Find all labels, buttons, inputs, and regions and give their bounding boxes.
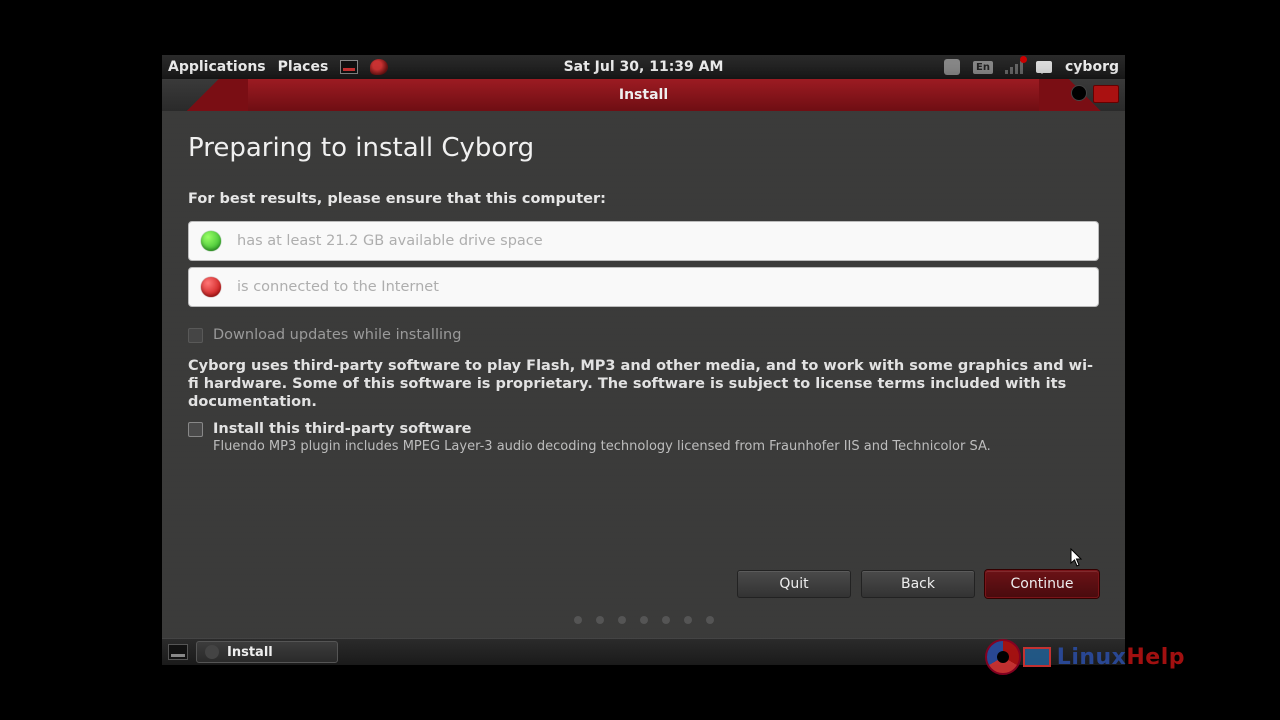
thirdparty-sublabel: Fluendo MP3 plugin includes MPEG Layer-3… xyxy=(213,439,1099,454)
continue-button[interactable]: Continue xyxy=(985,570,1099,598)
status-ok-icon xyxy=(201,231,221,251)
thirdparty-description: Cyborg uses third-party software to play… xyxy=(188,357,1099,411)
watermark-logo-icon xyxy=(985,639,1021,675)
checkbox-thirdparty[interactable]: Install this third-party software xyxy=(188,421,1099,437)
minimize-button[interactable] xyxy=(1071,85,1087,101)
close-button[interactable] xyxy=(1093,85,1119,103)
keyboard-language-indicator[interactable]: En xyxy=(973,61,993,74)
app-icon xyxy=(205,645,219,659)
titlebar[interactable]: Install xyxy=(162,79,1125,111)
installer-window: Install Preparing to install Cyborg For … xyxy=(162,79,1125,638)
checkbox-icon[interactable] xyxy=(188,422,203,437)
page-title: Preparing to install Cyborg xyxy=(188,133,1099,163)
dot-icon xyxy=(684,616,692,624)
show-desktop-icon[interactable] xyxy=(168,644,188,660)
status-fail-icon xyxy=(201,277,221,297)
check-row-internet: is connected to the Internet xyxy=(188,267,1099,307)
monitor-icon[interactable] xyxy=(340,58,358,76)
dot-icon xyxy=(640,616,648,624)
desktop: Applications Places Sat Jul 30, 11:39 AM… xyxy=(162,55,1125,665)
check-label-internet: is connected to the Internet xyxy=(237,279,439,295)
checkbox-icon xyxy=(188,328,203,343)
taskbar-item-label: Install xyxy=(227,645,273,660)
bottom-taskbar: Install xyxy=(162,638,1125,665)
installer-content: Preparing to install Cyborg For best res… xyxy=(162,111,1125,638)
dot-icon xyxy=(618,616,626,624)
watermark-thumb-icon xyxy=(1023,647,1051,667)
watermark: LinuxHelp xyxy=(985,639,1185,675)
watermark-text: LinuxHelp xyxy=(1057,645,1185,670)
messaging-icon[interactable] xyxy=(1035,58,1053,76)
subheading: For best results, please ensure that thi… xyxy=(188,191,1099,207)
check-label-drive-space: has at least 21.2 GB available drive spa… xyxy=(237,233,543,249)
check-row-drive-space: has at least 21.2 GB available drive spa… xyxy=(188,221,1099,261)
dot-icon xyxy=(706,616,714,624)
back-button[interactable]: Back xyxy=(861,570,975,598)
swirl-icon[interactable] xyxy=(370,58,388,76)
clock[interactable]: Sat Jul 30, 11:39 AM xyxy=(564,59,724,75)
checkbox-label: Install this third-party software xyxy=(213,421,471,437)
menu-places[interactable]: Places xyxy=(278,59,329,75)
button-row: Quit Back Continue xyxy=(188,550,1099,598)
checkbox-label: Download updates while installing xyxy=(213,327,461,343)
taskbar-item-install[interactable]: Install xyxy=(196,641,338,663)
page-indicator xyxy=(188,616,1099,624)
quit-button[interactable]: Quit xyxy=(737,570,851,598)
top-panel: Applications Places Sat Jul 30, 11:39 AM… xyxy=(162,55,1125,79)
network-icon[interactable] xyxy=(1005,58,1023,76)
window-title: Install xyxy=(619,87,668,103)
update-manager-icon[interactable] xyxy=(943,58,961,76)
menu-applications[interactable]: Applications xyxy=(168,59,266,75)
dot-icon xyxy=(596,616,604,624)
dot-icon xyxy=(662,616,670,624)
dot-icon xyxy=(574,616,582,624)
checkbox-download-updates: Download updates while installing xyxy=(188,327,1099,343)
user-menu[interactable]: cyborg xyxy=(1065,59,1119,75)
